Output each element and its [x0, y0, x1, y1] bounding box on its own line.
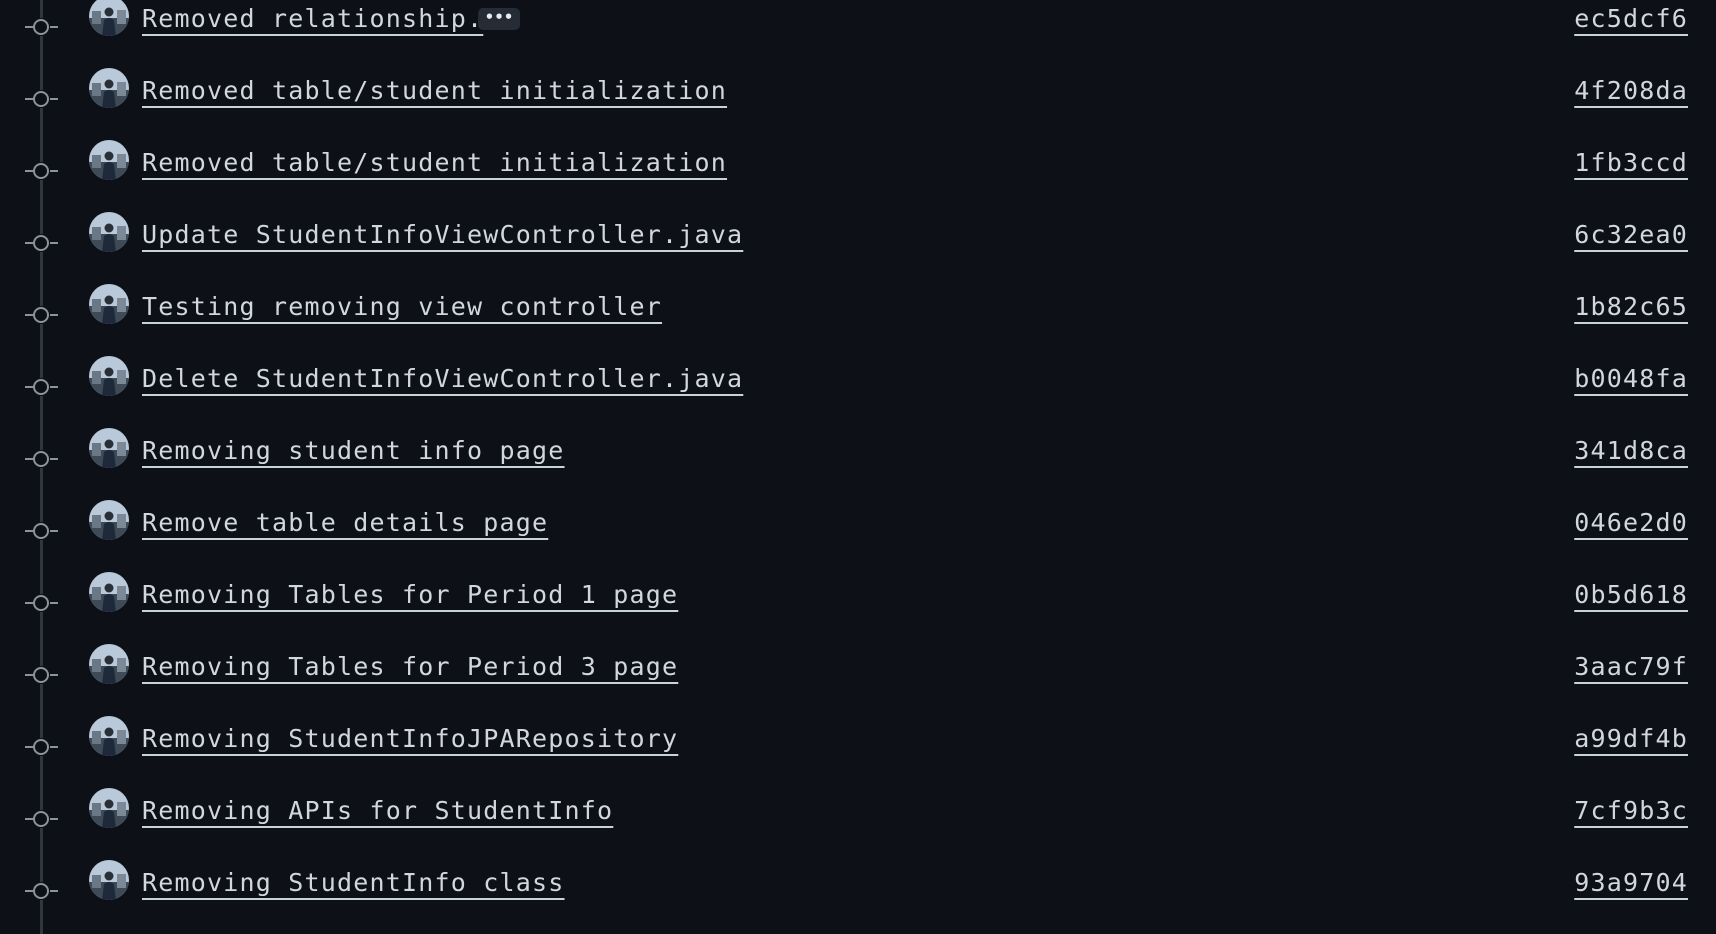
- commit-sha-link[interactable]: 0b5d618: [1574, 578, 1688, 612]
- commit-node-icon: [25, 378, 58, 396]
- commit-message-link[interactable]: Removed relationship.: [142, 2, 483, 36]
- author-avatar[interactable]: [89, 644, 129, 684]
- commit-sha-link[interactable]: b0048fa: [1574, 362, 1688, 396]
- commit-sha-link[interactable]: 7cf9b3c: [1574, 794, 1688, 828]
- commit-sha-link[interactable]: 93a9704: [1574, 866, 1688, 900]
- commit-sha-link[interactable]: 1b82c65: [1574, 290, 1688, 324]
- commit-row: Removed table/student initialization 1fb…: [0, 135, 1716, 207]
- commit-message-link[interactable]: Removing StudentInfo class: [142, 866, 565, 900]
- commit-node-icon: [25, 882, 58, 900]
- commit-sha-link[interactable]: 6c32ea0: [1574, 218, 1688, 252]
- commit-message-link[interactable]: Removing StudentInfoJPARepository: [142, 722, 678, 756]
- commit-node-icon: [25, 234, 58, 252]
- commit-sha-link[interactable]: 4f208da: [1574, 74, 1688, 108]
- commit-row: Removing APIs for StudentInfo 7cf9b3c: [0, 783, 1716, 855]
- commit-sha-link[interactable]: a99df4b: [1574, 722, 1688, 756]
- commit-message-link[interactable]: Removed table/student initialization: [142, 74, 727, 108]
- author-avatar[interactable]: [89, 68, 129, 108]
- commit-row: Removed relationship. ••• ec5dcf6: [0, 0, 1716, 63]
- author-avatar[interactable]: [89, 500, 129, 540]
- commit-node-icon: [25, 450, 58, 468]
- author-avatar[interactable]: [89, 716, 129, 756]
- commit-node-icon: [25, 522, 58, 540]
- commit-row: Removing student info page 341d8ca: [0, 423, 1716, 495]
- commit-node-icon: [25, 810, 58, 828]
- author-avatar[interactable]: [89, 788, 129, 828]
- commit-message-link[interactable]: Delete StudentInfoViewController.java: [142, 362, 743, 396]
- commit-message-link[interactable]: Remove table details page: [142, 506, 548, 540]
- commit-node-icon: [25, 18, 58, 36]
- commit-message-link[interactable]: Removing APIs for StudentInfo: [142, 794, 613, 828]
- expand-commit-details-button[interactable]: •••: [478, 8, 520, 30]
- commit-sha-link[interactable]: 3aac79f: [1574, 650, 1688, 684]
- commit-node-icon: [25, 594, 58, 612]
- author-avatar[interactable]: [89, 284, 129, 324]
- commit-row: Removing StudentInfoJPARepository a99df4…: [0, 711, 1716, 783]
- commit-node-icon: [25, 666, 58, 684]
- commit-row: Removing Tables for Period 1 page 0b5d61…: [0, 567, 1716, 639]
- author-avatar[interactable]: [89, 212, 129, 252]
- commit-message-link[interactable]: Update StudentInfoViewController.java: [142, 218, 743, 252]
- author-avatar[interactable]: [89, 356, 129, 396]
- commit-node-icon: [25, 90, 58, 108]
- author-avatar[interactable]: [89, 0, 129, 36]
- commit-row: Delete StudentInfoViewController.java b0…: [0, 351, 1716, 423]
- commit-sha-link[interactable]: 1fb3ccd: [1574, 146, 1688, 180]
- commit-row: Removing StudentInfo class 93a9704: [0, 855, 1716, 927]
- commit-message-link[interactable]: Removing Tables for Period 3 page: [142, 650, 678, 684]
- commit-message-link[interactable]: Removing student info page: [142, 434, 565, 468]
- author-avatar[interactable]: [89, 572, 129, 612]
- commit-message-link[interactable]: Testing removing view controller: [142, 290, 662, 324]
- commit-row: Testing removing view controller 1b82c65: [0, 279, 1716, 351]
- commit-row: Removing Tables for Period 3 page 3aac79…: [0, 639, 1716, 711]
- commit-row: Remove table details page 046e2d0: [0, 495, 1716, 567]
- commit-node-icon: [25, 306, 58, 324]
- author-avatar[interactable]: [89, 428, 129, 468]
- author-avatar[interactable]: [89, 860, 129, 900]
- author-avatar[interactable]: [89, 140, 129, 180]
- commit-node-icon: [25, 162, 58, 180]
- commit-sha-link[interactable]: 341d8ca: [1574, 434, 1688, 468]
- commit-row: Update StudentInfoViewController.java 6c…: [0, 207, 1716, 279]
- commit-message-link[interactable]: Removing Tables for Period 1 page: [142, 578, 678, 612]
- commit-sha-link[interactable]: ec5dcf6: [1574, 2, 1688, 36]
- commit-message-link[interactable]: Removed table/student initialization: [142, 146, 727, 180]
- commit-node-icon: [25, 738, 58, 756]
- commit-row: Removed table/student initialization 4f2…: [0, 63, 1716, 135]
- commit-sha-link[interactable]: 046e2d0: [1574, 506, 1688, 540]
